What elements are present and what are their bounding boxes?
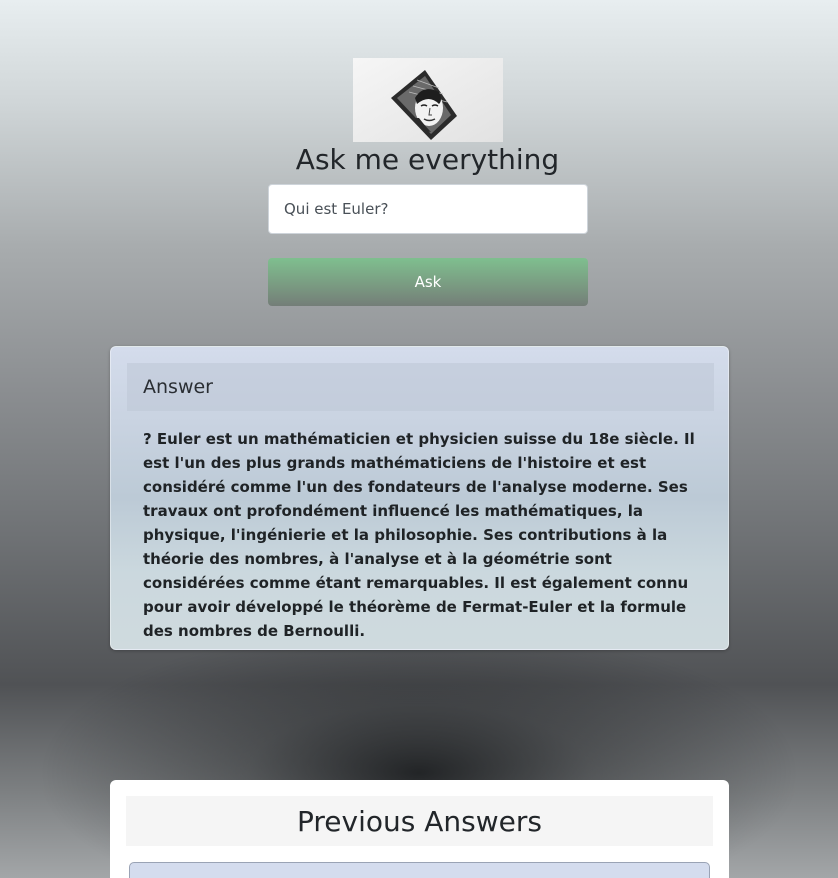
previous-answers-header: Previous Answers xyxy=(126,796,713,846)
page-title: Ask me everything xyxy=(295,143,560,176)
answer-card: Answer ? Euler est un mathématicien et p… xyxy=(110,346,729,650)
portrait-drawing-icon xyxy=(353,58,503,142)
previous-answer-item[interactable] xyxy=(129,862,710,878)
answer-header: Answer xyxy=(127,363,714,411)
logo xyxy=(353,58,503,142)
question-input[interactable] xyxy=(268,184,588,234)
answer-text: ? Euler est un mathématicien et physicie… xyxy=(143,430,695,640)
ask-button[interactable]: Ask xyxy=(268,258,588,306)
previous-answers-card: Previous Answers xyxy=(110,780,729,878)
